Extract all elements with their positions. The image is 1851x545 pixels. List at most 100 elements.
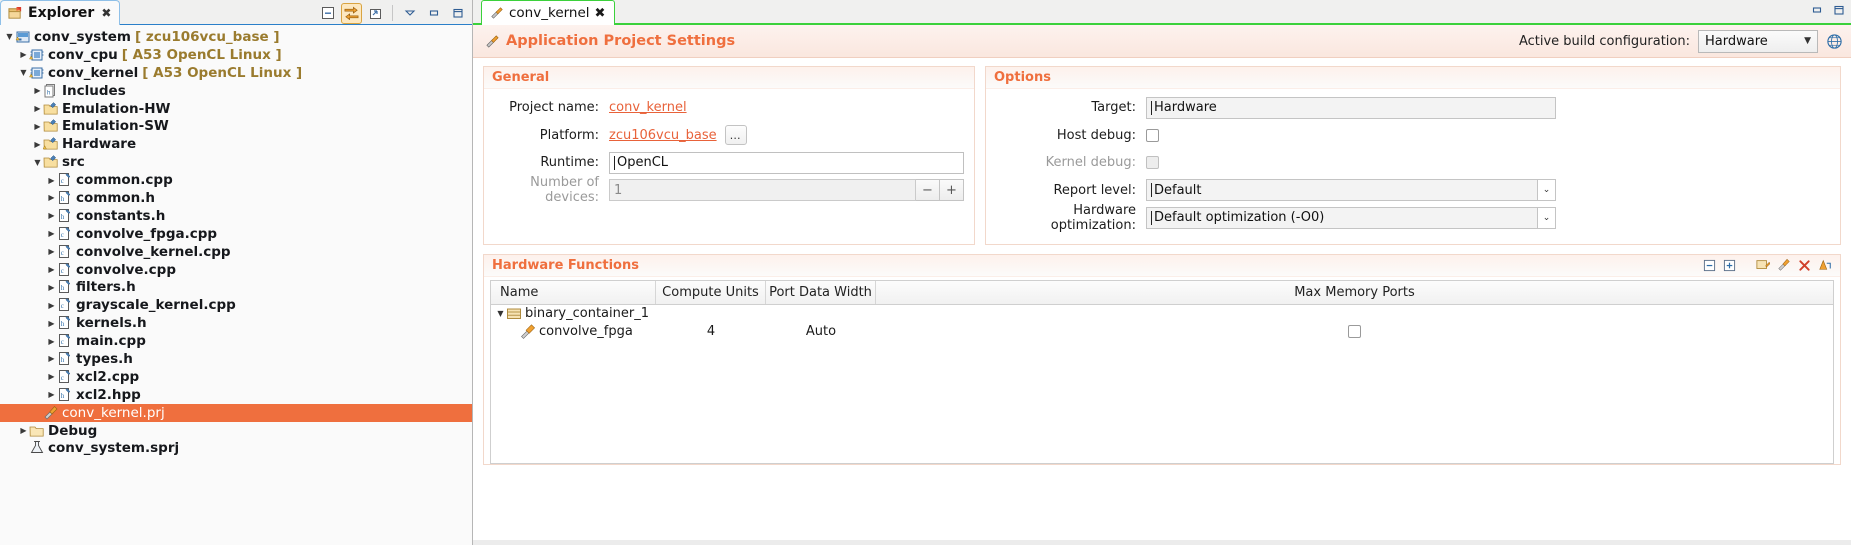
host-debug-checkbox[interactable] (1146, 128, 1159, 142)
maximize-icon[interactable] (447, 3, 468, 24)
tree-expand-arrow-closed[interactable]: ▶ (46, 372, 57, 381)
tree-expand-arrow-closed[interactable]: ▶ (32, 104, 43, 113)
tree-item-common-cpp[interactable]: ▶ c common.cpp (0, 171, 472, 189)
tree-expand-arrow-open[interactable]: ▼ (32, 158, 43, 167)
hardware-optimization-select[interactable]: Default optimization (-O0) ⌄ (1146, 206, 1556, 229)
cpp-file-icon: c (57, 226, 73, 242)
table-body[interactable]: ▼ binary_container_1 convolve_fpga 4 Auto (491, 305, 1833, 463)
tree-item-emulation-hw[interactable]: ▶ Emulation-HW (0, 100, 472, 118)
tree-item-convolve-cpp[interactable]: ▶ c convolve.cpp (0, 261, 472, 279)
chevron-down-icon[interactable]: ⌄ (1538, 206, 1556, 229)
tree-item-hardware[interactable]: ▶ Hardware (0, 135, 472, 153)
tree-expand-arrow-closed[interactable]: ▶ (18, 50, 29, 59)
tree-expand-arrow-closed[interactable]: ▶ (46, 337, 57, 346)
minimize-icon[interactable] (1811, 4, 1823, 16)
platform-browse-button[interactable]: … (724, 125, 747, 146)
tree-item-conv-kernel-prj[interactable]: ▶conv_kernel.prj (0, 403, 472, 422)
tree-expand-arrow-closed[interactable]: ▶ (46, 176, 57, 185)
tree-expand-arrow-closed[interactable]: ▶ (46, 265, 57, 274)
tree-item-includes[interactable]: ▶ h Includes (0, 82, 472, 100)
edit-binary-container-icon[interactable] (1756, 258, 1770, 272)
tab-conv-kernel[interactable]: conv_kernel ✖ (481, 0, 616, 25)
horizontal-scrollbar[interactable] (473, 540, 1851, 545)
tree-expand-arrow-open[interactable]: ▼ (495, 309, 506, 318)
tree-expand-arrow-closed[interactable]: ▶ (46, 319, 57, 328)
collapse-all-icon[interactable] (317, 3, 338, 24)
tree-item-convolve-kernel-cpp[interactable]: ▶ c convolve_kernel.cpp (0, 243, 472, 261)
tree-expand-arrow-closed[interactable]: ▶ (46, 354, 57, 363)
tree-item-conv-kernel[interactable]: ▼ conv_kernel[ A53 OpenCL Linux ] (0, 64, 472, 82)
project-name-link[interactable]: conv_kernel (609, 100, 687, 115)
table-row[interactable]: ▼ binary_container_1 (491, 305, 1833, 323)
report-level-select[interactable]: Default ⌄ (1146, 179, 1556, 202)
tree-item-types-h[interactable]: ▶ h types.h (0, 350, 472, 368)
tree-expand-arrow-open[interactable]: ▼ (4, 32, 15, 41)
cell-compute-units[interactable] (656, 305, 766, 323)
link-with-editor-icon[interactable] (341, 2, 362, 24)
cell-max-memory-ports[interactable] (876, 305, 1833, 323)
clock-settings-icon[interactable] (1818, 258, 1832, 272)
expand-all-icon[interactable] (1723, 259, 1736, 272)
tree-expand-arrow-closed[interactable]: ▶ (46, 283, 57, 292)
tree-expand-arrow-closed[interactable]: ▶ (46, 193, 57, 202)
cell-port-data-width[interactable] (766, 305, 876, 323)
remove-hardware-function-icon[interactable] (1798, 259, 1811, 272)
tree-item-kernels-h[interactable]: ▶ h kernels.h (0, 314, 472, 332)
table-row[interactable]: convolve_fpga 4 Auto (491, 323, 1833, 341)
add-hardware-function-icon[interactable] (1777, 258, 1791, 272)
cell-port-data-width[interactable]: Auto (766, 323, 876, 341)
tree-item-conv-system[interactable]: ▼ conv_system[ zcu106vcu_base ] (0, 28, 472, 46)
chevron-down-icon[interactable]: ⌄ (1538, 179, 1556, 202)
runtime-input[interactable]: OpenCL (609, 151, 964, 174)
column-header-compute-units[interactable]: Compute Units (656, 280, 766, 304)
tree-item-xcl2-cpp[interactable]: ▶ c xcl2.cpp (0, 368, 472, 386)
tree-item-filters-h[interactable]: ▶ h filters.h (0, 278, 472, 296)
tree-expand-arrow-closed[interactable]: ▶ (46, 301, 57, 310)
collapse-all-icon[interactable] (1703, 259, 1716, 272)
close-icon[interactable]: ✖ (595, 6, 606, 21)
increment-button[interactable]: + (940, 179, 964, 202)
decrement-button[interactable]: − (916, 179, 940, 202)
tree-item-conv-cpu[interactable]: ▶ conv_cpu[ A53 OpenCL Linux ] (0, 46, 472, 64)
cell-max-memory-ports[interactable] (876, 323, 1833, 341)
tree-expand-arrow-closed[interactable]: ▶ (32, 122, 43, 131)
tree-item-xcl2-hpp[interactable]: ▶ h xcl2.hpp (0, 386, 472, 404)
active-build-config-select[interactable]: Hardware ▼ (1698, 29, 1818, 53)
platform-link[interactable]: zcu106vcu_base (609, 128, 717, 143)
close-icon[interactable]: ✖ (101, 6, 111, 20)
tree-expand-arrow-open[interactable]: ▼ (18, 68, 29, 77)
cell-name[interactable]: ▼ binary_container_1 (491, 305, 656, 323)
view-menu-icon[interactable] (399, 3, 420, 24)
tree-item-main-cpp[interactable]: ▶ c main.cpp (0, 332, 472, 350)
tree-item-common-h[interactable]: ▶ h common.h (0, 189, 472, 207)
tree-item-emulation-sw[interactable]: ▶ Emulation-SW (0, 117, 472, 135)
cell-compute-units[interactable]: 4 (656, 323, 766, 341)
number-of-devices-stepper[interactable]: 1 − + (609, 179, 964, 202)
tree-item-src[interactable]: ▼ src (0, 153, 472, 171)
maximize-icon[interactable] (1833, 4, 1845, 16)
tree-expand-arrow-closed[interactable]: ▶ (46, 390, 57, 399)
tree-item-grayscale-kernel-cpp[interactable]: ▶ c grayscale_kernel.cpp (0, 296, 472, 314)
tree-item-conv-system-sprj[interactable]: ▶conv_system.sprj (0, 439, 472, 457)
restore-icon[interactable] (365, 3, 386, 24)
tree-item-constants-h[interactable]: ▶ h constants.h (0, 207, 472, 225)
cell-name[interactable]: convolve_fpga (491, 323, 656, 341)
tree-expand-arrow-closed[interactable]: ▶ (46, 211, 57, 220)
tree-expand-arrow-closed[interactable]: ▶ (32, 86, 43, 95)
column-header-name[interactable]: Name (491, 280, 656, 304)
tree-item-convolve-fpga-cpp[interactable]: ▶ c convolve_fpga.cpp (0, 225, 472, 243)
target-field[interactable]: Hardware (1146, 96, 1556, 119)
tab-explorer[interactable]: Explorer ✖ (0, 0, 121, 25)
tree-expand-arrow-closed[interactable]: ▶ (18, 426, 29, 435)
project-tree[interactable]: ▼ conv_system[ zcu106vcu_base ] ▶ conv_cpu[… (0, 25, 472, 457)
column-header-port-data-width[interactable]: Port Data Width (766, 280, 876, 304)
tree-expand-arrow-closed[interactable]: ▶ (46, 247, 57, 256)
column-header-max-memory-ports[interactable]: Max Memory Ports (876, 281, 1833, 304)
minimize-icon[interactable] (423, 3, 444, 24)
max-memory-ports-checkbox[interactable] (1348, 325, 1361, 338)
tree-expand-arrow-closed[interactable]: ▶ (46, 229, 57, 238)
number-of-devices-input[interactable]: 1 (609, 179, 916, 202)
tree-expand-arrow-closed[interactable]: ▶ (32, 140, 43, 149)
tree-item-debug[interactable]: ▶ Debug (0, 422, 472, 440)
globe-settings-icon[interactable] (1826, 33, 1843, 50)
